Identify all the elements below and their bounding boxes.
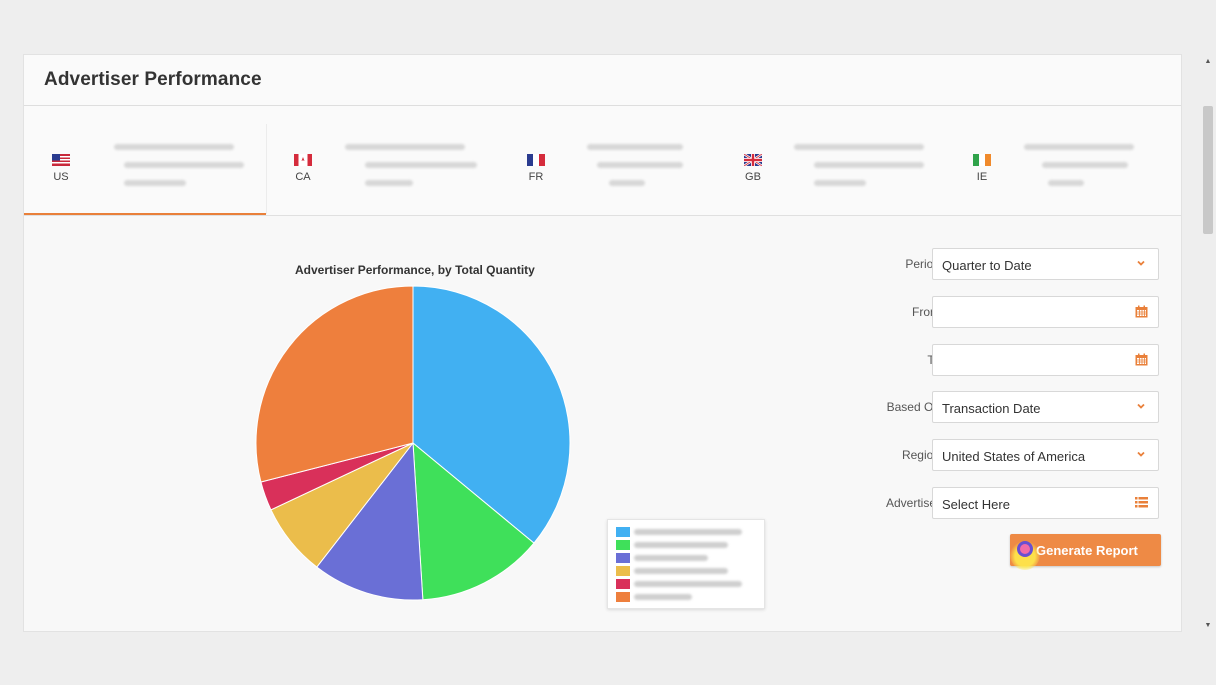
from-date-input[interactable]: [932, 296, 1159, 328]
scroll-up-icon[interactable]: ▲: [1204, 58, 1212, 66]
legend-item-2[interactable]: [616, 540, 756, 550]
legend-item-1[interactable]: [616, 527, 756, 537]
panel-header: Advertiser Performance: [24, 55, 1181, 106]
advertiser-picker[interactable]: Select Here: [932, 487, 1159, 519]
legend-swatch: [616, 579, 630, 589]
legend-label-blurred: [634, 542, 728, 548]
legend-label-blurred: [634, 529, 742, 535]
region-select[interactable]: United States of America: [932, 439, 1159, 471]
based-on-select[interactable]: Transaction Date: [932, 391, 1159, 423]
to-date-input[interactable]: [932, 344, 1159, 376]
region-value: United States of America: [942, 449, 1086, 464]
fr-flag-icon: [527, 154, 545, 166]
legend-swatch: [616, 527, 630, 537]
scroll-down-icon[interactable]: ▼: [1204, 622, 1212, 630]
region-row: Region United States of America: [844, 439, 1164, 471]
tab-label: FR: [528, 171, 544, 183]
cursor-icon: [1017, 541, 1033, 557]
legend-item-3[interactable]: [616, 553, 756, 563]
pie-chart-area: Advertiser Performance, by Total Quantit…: [24, 215, 824, 631]
tab-label: US: [53, 171, 69, 183]
legend-item-4[interactable]: [616, 566, 756, 576]
to-row: To: [844, 344, 1164, 376]
legend-label-blurred: [634, 555, 708, 561]
advertiser-row: Advertiser Select Here: [844, 487, 1164, 519]
country-tabs: US CA FR GB IE: [24, 106, 1181, 216]
tab-ie[interactable]: IE: [962, 106, 1181, 215]
legend-swatch: [616, 540, 630, 550]
panel-title: Advertiser Performance: [44, 69, 262, 90]
legend-swatch: [616, 592, 630, 602]
legend-label-blurred: [634, 581, 742, 587]
from-row: From: [844, 296, 1164, 328]
ca-flag-icon: [294, 154, 312, 166]
tab-fr[interactable]: FR: [497, 106, 730, 215]
legend-swatch: [616, 553, 630, 563]
generate-report-label: Generate Report: [1036, 543, 1138, 558]
vertical-scrollbar[interactable]: ▲ ▼: [1201, 54, 1215, 632]
calendar-icon[interactable]: [1134, 353, 1148, 367]
chevron-down-icon: [1134, 448, 1148, 462]
tab-label: IE: [976, 171, 988, 183]
legend-label-blurred: [634, 594, 692, 600]
legend-item-5[interactable]: [616, 579, 756, 589]
chevron-down-icon: [1134, 400, 1148, 414]
based-on-value: Transaction Date: [942, 401, 1041, 416]
tab-label: CA: [295, 171, 311, 183]
advertiser-performance-panel: Advertiser Performance US CA FR GB IE Ad…: [23, 54, 1182, 632]
legend-item-6[interactable]: [616, 592, 756, 602]
tab-ca[interactable]: CA: [267, 106, 497, 215]
based-on-row: Based On Transaction Date: [844, 391, 1164, 423]
calendar-icon[interactable]: [1134, 305, 1148, 319]
period-row: Period Quarter to Date: [844, 248, 1164, 280]
generate-report-button[interactable]: Generate Report: [1010, 534, 1161, 570]
us-flag-icon: [52, 154, 70, 166]
gb-flag-icon: [744, 154, 762, 166]
period-value: Quarter to Date: [942, 258, 1032, 273]
advertiser-value: Select Here: [942, 497, 1010, 512]
chevron-down-icon: [1134, 257, 1148, 271]
period-select[interactable]: Quarter to Date: [932, 248, 1159, 280]
scroll-thumb[interactable]: [1203, 106, 1213, 234]
list-icon[interactable]: [1134, 496, 1148, 510]
tab-gb[interactable]: GB: [730, 106, 962, 215]
tab-label: GB: [745, 171, 761, 183]
ie-flag-icon: [973, 154, 991, 166]
chart-legend: [607, 519, 765, 609]
legend-swatch: [616, 566, 630, 576]
tab-us[interactable]: US: [24, 106, 266, 215]
legend-label-blurred: [634, 568, 728, 574]
